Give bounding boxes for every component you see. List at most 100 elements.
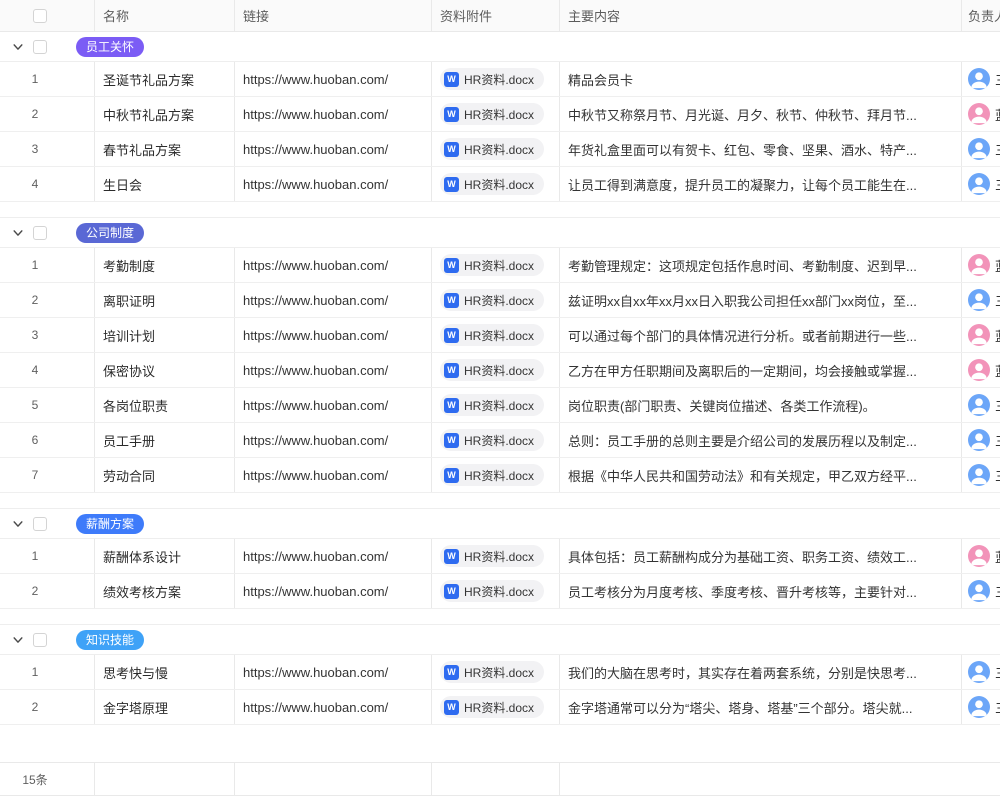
column-header-name[interactable]: 名称 (95, 0, 235, 31)
owner-cell[interactable]: 蓝 (962, 97, 1000, 131)
content-cell[interactable]: 金字塔通常可以分为“塔尖、塔身、塔基”三个部分。塔尖就... (560, 690, 962, 724)
link-cell[interactable]: https://www.huoban.com/ (235, 423, 432, 457)
name-cell[interactable]: 绩效考核方案 (95, 574, 235, 608)
owner-cell[interactable]: 三 (962, 132, 1000, 166)
attachment-cell[interactable]: W HR资料.docx (432, 132, 560, 166)
group-badge[interactable]: 员工关怀 (76, 37, 144, 57)
link-cell[interactable]: https://www.huoban.com/ (235, 97, 432, 131)
group-checkbox[interactable] (33, 633, 47, 647)
owner-cell[interactable]: 三 (962, 458, 1000, 492)
owner-cell[interactable]: 蓝 (962, 539, 1000, 573)
name-cell[interactable]: 思考快与慢 (95, 655, 235, 689)
name-cell[interactable]: 考勤制度 (95, 248, 235, 282)
row-index-cell[interactable]: 1 (0, 62, 95, 96)
attachment-cell[interactable]: W HR资料.docx (432, 97, 560, 131)
link-cell[interactable]: https://www.huoban.com/ (235, 388, 432, 422)
row-index-cell[interactable]: 6 (0, 423, 95, 457)
content-cell[interactable]: 精品会员卡 (560, 62, 962, 96)
attachment-chip[interactable]: W HR资料.docx (440, 580, 544, 602)
attachment-chip[interactable]: W HR资料.docx (440, 696, 544, 718)
row-index-cell[interactable]: 2 (0, 97, 95, 131)
content-cell[interactable]: 员工考核分为月度考核、季度考核、晋升考核等，主要针对... (560, 574, 962, 608)
row-index-cell[interactable]: 1 (0, 248, 95, 282)
column-header-content[interactable]: 主要内容 (560, 0, 962, 31)
attachment-cell[interactable]: W HR资料.docx (432, 248, 560, 282)
attachment-chip[interactable]: W HR资料.docx (440, 661, 544, 683)
attachment-cell[interactable]: W HR资料.docx (432, 353, 560, 387)
owner-cell[interactable]: 蓝 (962, 248, 1000, 282)
name-cell[interactable]: 员工手册 (95, 423, 235, 457)
column-header-attachment[interactable]: 资料附件 (432, 0, 560, 31)
content-cell[interactable]: 乙方在甲方任职期间及离职后的一定期间，均会接触或掌握... (560, 353, 962, 387)
group-badge[interactable]: 公司制度 (76, 223, 144, 243)
chevron-down-icon[interactable] (12, 518, 24, 530)
attachment-chip[interactable]: W HR资料.docx (440, 68, 544, 90)
attachment-cell[interactable]: W HR资料.docx (432, 690, 560, 724)
row-index-cell[interactable]: 3 (0, 318, 95, 352)
link-cell[interactable]: https://www.huoban.com/ (235, 167, 432, 201)
attachment-cell[interactable]: W HR资料.docx (432, 318, 560, 352)
row-index-cell[interactable]: 2 (0, 283, 95, 317)
attachment-cell[interactable]: W HR资料.docx (432, 458, 560, 492)
owner-cell[interactable]: 三 (962, 388, 1000, 422)
name-cell[interactable]: 生日会 (95, 167, 235, 201)
attachment-chip[interactable]: W HR资料.docx (440, 254, 544, 276)
group-badge[interactable]: 知识技能 (76, 630, 144, 650)
link-cell[interactable]: https://www.huoban.com/ (235, 248, 432, 282)
name-cell[interactable]: 保密协议 (95, 353, 235, 387)
link-cell[interactable]: https://www.huoban.com/ (235, 458, 432, 492)
chevron-down-icon[interactable] (12, 227, 24, 239)
name-cell[interactable]: 离职证明 (95, 283, 235, 317)
row-index-cell[interactable]: 1 (0, 539, 95, 573)
attachment-chip[interactable]: W HR资料.docx (440, 173, 544, 195)
attachment-chip[interactable]: W HR资料.docx (440, 545, 544, 567)
owner-cell[interactable]: 三 (962, 574, 1000, 608)
attachment-chip[interactable]: W HR资料.docx (440, 138, 544, 160)
owner-cell[interactable]: 三 (962, 423, 1000, 457)
attachment-chip[interactable]: W HR资料.docx (440, 464, 544, 486)
attachment-cell[interactable]: W HR资料.docx (432, 167, 560, 201)
owner-cell[interactable]: 三 (962, 62, 1000, 96)
attachment-chip[interactable]: W HR资料.docx (440, 429, 544, 451)
link-cell[interactable]: https://www.huoban.com/ (235, 132, 432, 166)
content-cell[interactable]: 可以通过每个部门的具体情况进行分析。或者前期进行一些... (560, 318, 962, 352)
attachment-cell[interactable]: W HR资料.docx (432, 655, 560, 689)
attachment-cell[interactable]: W HR资料.docx (432, 574, 560, 608)
name-cell[interactable]: 金字塔原理 (95, 690, 235, 724)
content-cell[interactable]: 我们的大脑在思考时，其实存在着两套系统，分别是快思考... (560, 655, 962, 689)
owner-cell[interactable]: 三 (962, 655, 1000, 689)
attachment-cell[interactable]: W HR资料.docx (432, 62, 560, 96)
attachment-chip[interactable]: W HR资料.docx (440, 394, 544, 416)
name-cell[interactable]: 劳动合同 (95, 458, 235, 492)
owner-cell[interactable]: 蓝 (962, 318, 1000, 352)
row-index-cell[interactable]: 3 (0, 132, 95, 166)
row-index-cell[interactable]: 5 (0, 388, 95, 422)
group-checkbox[interactable] (33, 40, 47, 54)
row-index-cell[interactable]: 7 (0, 458, 95, 492)
group-badge[interactable]: 薪酬方案 (76, 514, 144, 534)
column-header-link[interactable]: 链接 (235, 0, 432, 31)
chevron-down-icon[interactable] (12, 41, 24, 53)
link-cell[interactable]: https://www.huoban.com/ (235, 62, 432, 96)
group-checkbox[interactable] (33, 517, 47, 531)
attachment-cell[interactable]: W HR资料.docx (432, 388, 560, 422)
attachment-cell[interactable]: W HR资料.docx (432, 423, 560, 457)
row-index-cell[interactable]: 1 (0, 655, 95, 689)
link-cell[interactable]: https://www.huoban.com/ (235, 655, 432, 689)
chevron-down-icon[interactable] (12, 634, 24, 646)
attachment-cell[interactable]: W HR资料.docx (432, 283, 560, 317)
row-index-cell[interactable]: 2 (0, 690, 95, 724)
owner-cell[interactable]: 三 (962, 283, 1000, 317)
select-all-checkbox[interactable] (33, 9, 47, 23)
content-cell[interactable]: 岗位职责(部门职责、关键岗位描述、各类工作流程)。 (560, 388, 962, 422)
link-cell[interactable]: https://www.huoban.com/ (235, 318, 432, 352)
attachment-chip[interactable]: W HR资料.docx (440, 289, 544, 311)
attachment-chip[interactable]: W HR资料.docx (440, 359, 544, 381)
name-cell[interactable]: 春节礼品方案 (95, 132, 235, 166)
owner-cell[interactable]: 蓝 (962, 353, 1000, 387)
row-index-cell[interactable]: 4 (0, 353, 95, 387)
name-cell[interactable]: 各岗位职责 (95, 388, 235, 422)
name-cell[interactable]: 圣诞节礼品方案 (95, 62, 235, 96)
owner-cell[interactable]: 三 (962, 690, 1000, 724)
row-index-cell[interactable]: 4 (0, 167, 95, 201)
